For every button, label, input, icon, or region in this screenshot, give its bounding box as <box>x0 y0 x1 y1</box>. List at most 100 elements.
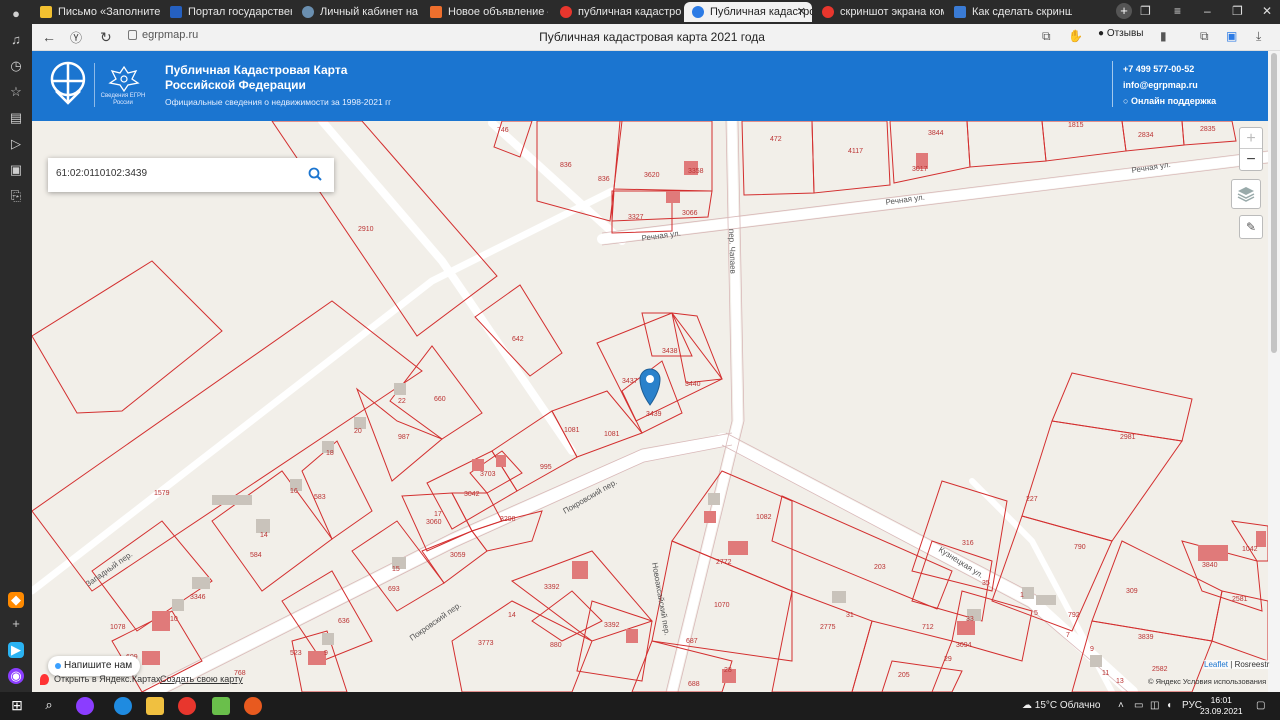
notes-icon[interactable]: ▤ <box>8 110 24 126</box>
app-icon[interactable]: ◆ <box>8 592 24 608</box>
online-support-link[interactable]: ○ Онлайн поддержка <box>1123 93 1216 109</box>
yandex-browser-icon[interactable] <box>178 697 196 715</box>
reload-icon[interactable]: ↻ <box>100 29 112 46</box>
minimize-icon[interactable]: – <box>1204 4 1211 18</box>
parcel-number[interactable]: 836 <box>560 162 572 169</box>
taskbar-search-icon[interactable]: ⌕ <box>40 697 58 715</box>
notifications-icon[interactable]: ▢ <box>1256 700 1265 711</box>
brand-title[interactable]: Публичная Кадастровая Карта Российской Ф… <box>165 63 405 93</box>
parcel-number[interactable]: 2775 <box>820 624 836 631</box>
protect-icon[interactable]: ✋ <box>1068 29 1083 43</box>
parcel-number[interactable]: 14 <box>508 612 516 619</box>
parcel-number[interactable]: 642 <box>512 336 524 343</box>
parcel-number[interactable]: 584 <box>250 552 262 559</box>
download-icon[interactable]: ⤓ <box>1256 29 1261 44</box>
parcel-number[interactable]: 14 <box>260 532 268 539</box>
extensions-icon[interactable]: ⧉ <box>1042 29 1051 44</box>
parcel-number[interactable]: 20 <box>354 428 362 435</box>
parcel-number[interactable]: 987 <box>398 434 410 441</box>
network-icon[interactable]: ◫ <box>1150 700 1159 711</box>
page-scrollbar[interactable] <box>1268 51 1280 692</box>
tray-chevron-icon[interactable]: ˄ <box>1118 700 1124 711</box>
tabs-menu-icon[interactable]: ❐ <box>1140 4 1151 18</box>
app-green-icon[interactable] <box>212 697 230 715</box>
bell-icon[interactable]: ♫ <box>8 32 24 48</box>
tab-cadastral-map[interactable]: Публичная кадастрова✕ <box>684 2 812 22</box>
tab-yandex-search[interactable]: публичная кадастровая <box>552 2 682 22</box>
parcel-number[interactable]: 309 <box>1126 588 1138 595</box>
parcel-number[interactable]: 3844 <box>928 130 944 137</box>
cadastral-map[interactable]: Речная ул. Речная ул. Речная ул. пер. Ча… <box>32 121 1268 692</box>
parcel-number[interactable]: 3392 <box>544 584 560 591</box>
new-tab-button[interactable]: + <box>1116 3 1132 19</box>
zoom-out-button[interactable]: − <box>1240 149 1262 170</box>
parcel-number[interactable]: 35 <box>982 580 990 587</box>
screenshot-icon[interactable]: ⎘ <box>8 188 24 204</box>
parcel-number[interactable]: 4117 <box>848 148 863 155</box>
parcel-number[interactable]: 3703 <box>480 471 496 478</box>
parcel-number[interactable]: 636 <box>338 618 350 625</box>
parcel-number[interactable]: 3392 <box>604 622 620 629</box>
email-link[interactable]: info@egrpmap.ru <box>1123 77 1216 93</box>
taskbar-clock[interactable]: 16:01 23.09.2021 <box>1200 695 1243 717</box>
parcel-number[interactable]: 28 <box>724 667 732 674</box>
parcel-number[interactable]: 523 <box>290 650 302 657</box>
parcel-number[interactable]: 3839 <box>1138 634 1154 641</box>
globe-logo-icon[interactable] <box>50 61 86 105</box>
parcel-number[interactable]: 3066 <box>682 210 698 217</box>
tab-screenshot-search[interactable]: скриншот экрана компь <box>814 2 944 22</box>
parcel-number[interactable]: 16 <box>290 488 298 495</box>
parcel-number[interactable]: 792 <box>1068 612 1080 619</box>
parcel-number[interactable]: 3773 <box>478 640 494 647</box>
weather-widget[interactable]: ☁ 15°C Облачно <box>1022 700 1100 711</box>
parcel-number[interactable]: 3059 <box>450 552 466 559</box>
search-input[interactable]: 61:02:0110102:3439 <box>56 168 147 179</box>
parcel-number[interactable]: 2910 <box>358 226 374 233</box>
parcel-number[interactable]: 11 <box>1102 670 1109 677</box>
tab-nalog[interactable]: Личный кабинет налого <box>294 2 418 22</box>
parcel-number[interactable]: 1078 <box>110 624 126 631</box>
messenger-icon[interactable]: ▶ <box>8 642 24 658</box>
account-icon[interactable]: ▣ <box>1226 29 1237 43</box>
layers-button[interactable] <box>1231 179 1261 209</box>
cadastral-search[interactable]: 61:02:0110102:3439 <box>48 158 334 192</box>
yandex-attribution[interactable]: © Яндекс Условия использования <box>1148 677 1266 686</box>
parcel-number[interactable]: 880 <box>550 642 562 649</box>
bookmark-icon[interactable]: ▮ <box>1160 29 1167 43</box>
parcel-number[interactable]: 3358 <box>688 168 704 175</box>
phone-link[interactable]: +7 499 577-00-52 <box>1123 61 1216 77</box>
parcel-number[interactable]: 3440 <box>685 381 701 388</box>
bookmark-star-icon[interactable]: ☆ <box>8 84 24 100</box>
create-map-link[interactable]: Создать свою карту <box>160 674 243 684</box>
map-canvas[interactable]: Речная ул. Речная ул. Речная ул. пер. Ча… <box>32 121 1268 692</box>
parcel-number[interactable]: 18 <box>326 450 334 457</box>
parcel-number[interactable]: 3437 <box>622 378 638 385</box>
add-panel-icon[interactable]: + <box>8 616 24 632</box>
parcel-number[interactable]: 1815 <box>1068 122 1084 129</box>
downloads-icon[interactable]: ▣ <box>8 162 24 178</box>
parcel-number[interactable]: 3042 <box>464 491 480 498</box>
parcel-number[interactable]: 3346 <box>190 594 206 601</box>
tab-mail[interactable]: Письмо «Заполните дне <box>32 2 160 22</box>
parcel-number[interactable]: 2981 <box>1120 434 1136 441</box>
parcel-number[interactable]: 17 <box>434 511 442 518</box>
parcel-number[interactable]: 712 <box>922 624 934 631</box>
video-icon[interactable]: ▷ <box>8 136 24 152</box>
parcel-number[interactable]: 7 <box>1066 632 1070 639</box>
parcel-number[interactable]: 583 <box>314 494 326 501</box>
reviews-button[interactable]: ● Отзывы <box>1098 28 1143 39</box>
tray-icon[interactable]: ▭ <box>1134 700 1143 711</box>
parcel-number[interactable]: 3840 <box>1202 562 1218 569</box>
maximize-icon[interactable]: ❐ <box>1232 4 1243 18</box>
parcel-number[interactable]: 13 <box>1116 678 1124 685</box>
parcel-number[interactable]: 203 <box>874 564 886 571</box>
tab-how-to-screenshot[interactable]: Как сделать скриншот эк <box>946 2 1072 22</box>
ruler-button[interactable]: ✎ <box>1239 215 1263 239</box>
menu-icon[interactable]: ≡ <box>1174 4 1181 18</box>
parcel-number[interactable]: 790 <box>1074 544 1086 551</box>
parcel-number[interactable]: 10 <box>170 616 178 623</box>
parcel-number[interactable]: 22 <box>398 398 406 405</box>
parcel-number[interactable]: 1579 <box>154 490 170 497</box>
parcel-number[interactable]: 3439 <box>646 411 662 418</box>
tab-avito[interactable]: Новое объявление — ОБ <box>422 2 548 22</box>
